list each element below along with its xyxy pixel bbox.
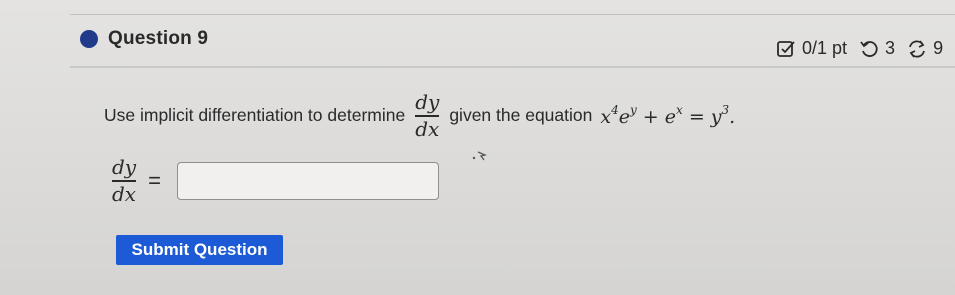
mouse-cursor-icon <box>472 148 488 166</box>
question-title: Question 9 <box>108 28 209 49</box>
retry-icon[interactable] <box>859 39 879 59</box>
attempts-count: 3 <box>885 38 896 58</box>
derivative-fraction: dy dx <box>415 90 440 141</box>
answer-row: dy dx = <box>112 157 439 205</box>
score-check-icon <box>776 39 796 59</box>
equals-sign: = <box>148 167 161 193</box>
prompt-text-middle: given the equation <box>449 105 593 126</box>
equation: x4ey + ex = y3. <box>600 103 736 129</box>
sync-icon[interactable] <box>907 39 927 59</box>
derivative-numerator: dy <box>415 90 440 114</box>
question-header: Question 9 0/1 pt 3 9 <box>0 22 955 64</box>
header-divider <box>70 66 955 68</box>
status-dot-icon <box>80 30 98 48</box>
answer-input[interactable] <box>176 161 439 200</box>
prompt-text-before: Use implicit differentiation to determin… <box>104 105 406 126</box>
retries-count: 9 <box>933 38 944 58</box>
score-text: 0/1 pt <box>802 38 848 58</box>
answer-label-numerator: dy <box>112 155 137 179</box>
score-area: 0/1 pt 3 9 <box>776 38 943 59</box>
submit-question-button[interactable]: Submit Question <box>116 235 283 265</box>
derivative-denominator: dx <box>415 116 440 141</box>
question-prompt: Use implicit differentiation to determin… <box>104 92 735 140</box>
top-divider <box>70 14 955 15</box>
answer-label-denominator: dx <box>112 181 137 206</box>
answer-label-fraction: dy dx <box>112 155 137 206</box>
